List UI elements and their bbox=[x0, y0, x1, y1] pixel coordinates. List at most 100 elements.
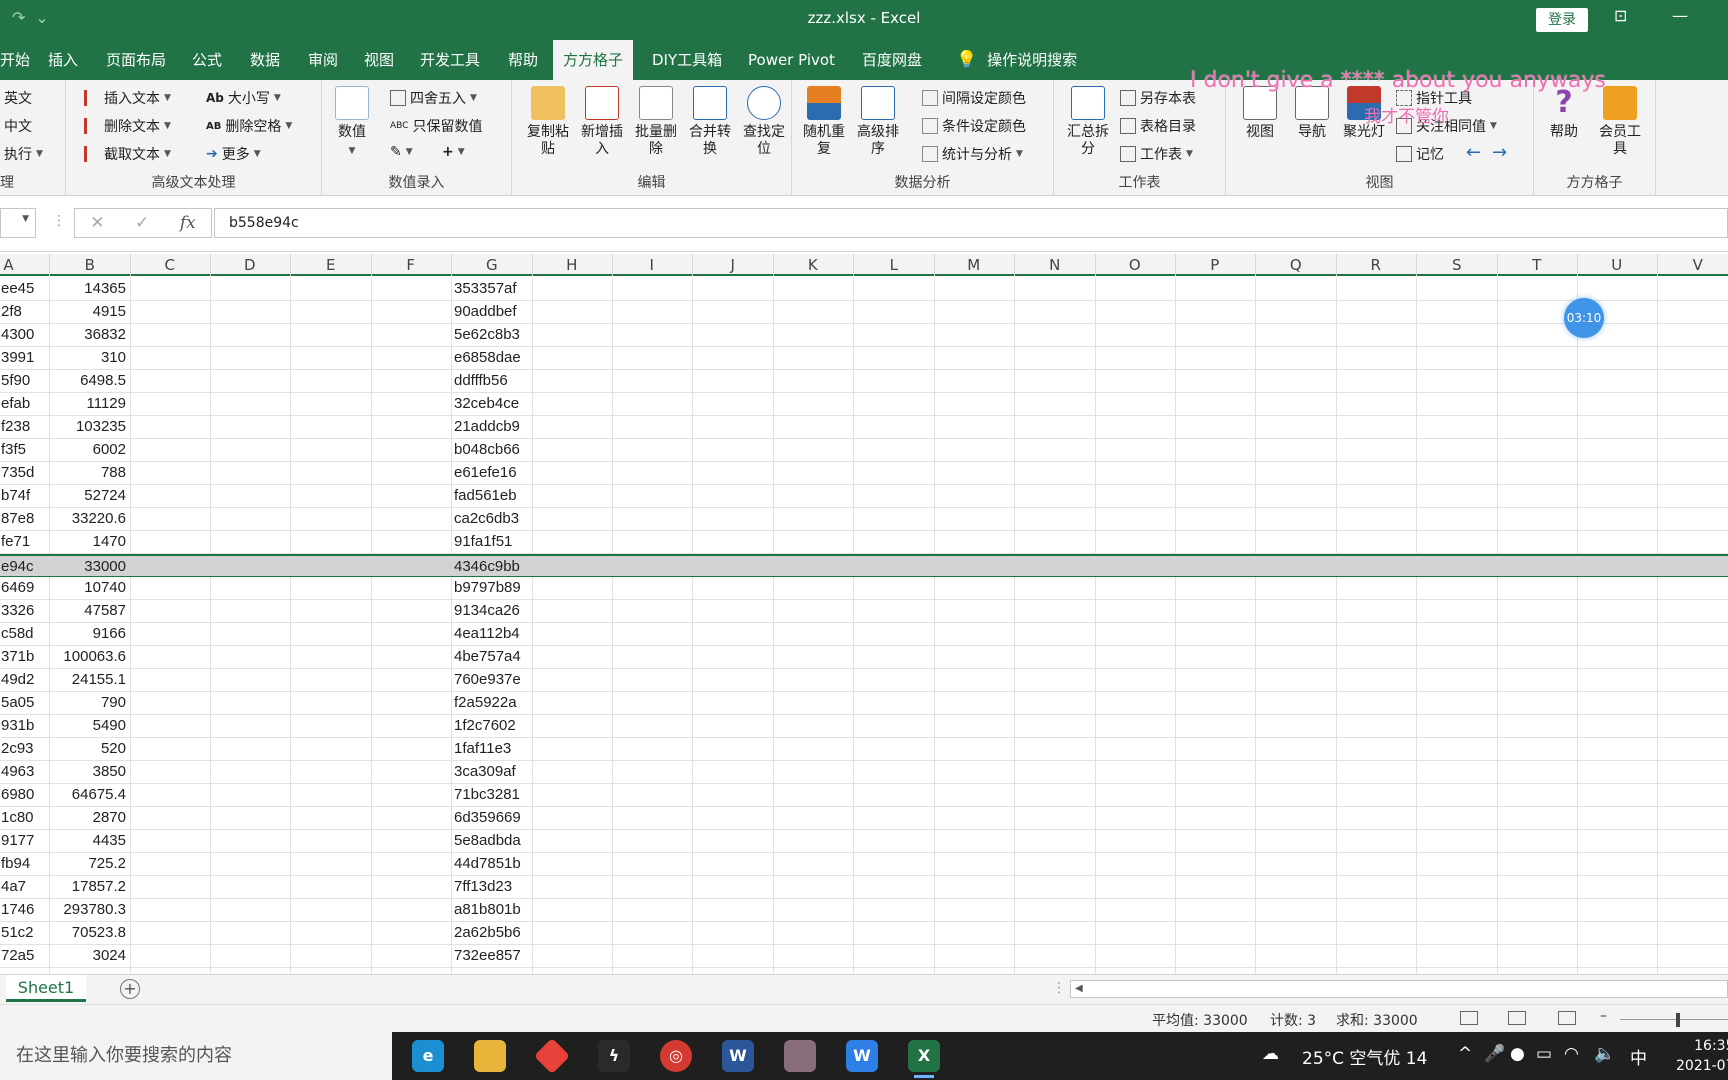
cell-b[interactable]: 33220.6 bbox=[50, 508, 128, 530]
cell-g[interactable]: 32ceb4ce bbox=[452, 393, 530, 415]
column-header-g[interactable]: G bbox=[452, 254, 533, 276]
numeric-button[interactable]: 数值 ▼ bbox=[326, 86, 378, 160]
remove-spaces-button[interactable]: AB 删除空格 ▼ bbox=[206, 116, 292, 136]
cell-g[interactable]: b9797b89 bbox=[452, 577, 530, 599]
app-avatar-icon[interactable] bbox=[784, 1040, 816, 1072]
enter-icon[interactable]: ✓ bbox=[135, 213, 149, 233]
cell-a[interactable]: 3326 bbox=[0, 600, 48, 622]
table-row[interactable]: 6469 10740 b9797b89 bbox=[0, 577, 1728, 600]
view-button[interactable]: 视图 bbox=[1234, 86, 1286, 141]
cell-g[interactable]: 5e8adbda bbox=[452, 830, 530, 852]
cell-a[interactable]: fe71 bbox=[0, 531, 48, 553]
normal-view-icon[interactable] bbox=[1460, 1011, 1478, 1025]
cell-a[interactable]: 6980 bbox=[0, 784, 48, 806]
conditional-color-button[interactable]: 条件设定颜色 bbox=[922, 116, 1026, 136]
cell-b[interactable]: 293780.3 bbox=[50, 899, 128, 921]
tab-insert[interactable]: 插入 bbox=[38, 40, 88, 80]
wifi-icon[interactable]: ◠ bbox=[1564, 1044, 1579, 1064]
merge-convert-button[interactable]: 合并转换 bbox=[684, 86, 736, 158]
zoom-out-icon[interactable]: – bbox=[1600, 1008, 1607, 1024]
sheet-tab-sheet1[interactable]: Sheet1 bbox=[6, 975, 86, 1002]
cell-g[interactable]: ddfffb56 bbox=[452, 370, 530, 392]
column-header-t[interactable]: T bbox=[1497, 254, 1578, 276]
column-header-a[interactable]: A bbox=[0, 254, 50, 276]
cell-a[interactable]: 931b bbox=[0, 715, 48, 737]
cell-g[interactable]: fad561eb bbox=[452, 485, 530, 507]
cell-a[interactable]: 1746 bbox=[0, 899, 48, 921]
column-header-l[interactable]: L bbox=[854, 254, 935, 276]
column-header-r[interactable]: R bbox=[1336, 254, 1417, 276]
weather-icon[interactable]: ☁ bbox=[1262, 1044, 1279, 1064]
cell-g[interactable]: e61efe16 bbox=[452, 462, 530, 484]
formula-input[interactable]: b558e94c bbox=[214, 208, 1728, 238]
table-row[interactable]: 735d 788 e61efe16 bbox=[0, 462, 1728, 485]
case-button[interactable]: Ab 大小写 ▼ bbox=[206, 88, 281, 108]
cell-b[interactable]: 24155.1 bbox=[50, 669, 128, 691]
tab-help[interactable]: 帮助 bbox=[498, 40, 548, 80]
netease-music-icon[interactable]: ◎ bbox=[660, 1040, 692, 1072]
chinese-button[interactable]: 中文 bbox=[4, 116, 32, 136]
table-row[interactable]: 87e8 33220.6 ca2c6db3 bbox=[0, 508, 1728, 531]
edge-icon[interactable]: e bbox=[412, 1040, 444, 1072]
cell-a[interactable]: efab bbox=[0, 393, 48, 415]
column-header-q[interactable]: Q bbox=[1256, 254, 1337, 276]
column-header-m[interactable]: M bbox=[934, 254, 1015, 276]
column-header-v[interactable]: V bbox=[1658, 254, 1728, 276]
name-box[interactable]: ▼ bbox=[0, 208, 36, 238]
volume-icon[interactable]: 🔈 bbox=[1594, 1044, 1615, 1064]
table-row[interactable]: b74f 52724 fad561eb bbox=[0, 485, 1728, 508]
find-locate-button[interactable]: 查找定位 bbox=[738, 86, 790, 158]
cell-b[interactable]: 36832 bbox=[50, 324, 128, 346]
cell-a[interactable]: b74f bbox=[0, 485, 48, 507]
table-row[interactable]: 4300 36832 5e62c8b3 bbox=[0, 324, 1728, 347]
table-row[interactable]: 371b 100063.6 4be757a4 bbox=[0, 646, 1728, 669]
file-explorer-icon[interactable] bbox=[474, 1040, 506, 1072]
tab-view[interactable]: 视图 bbox=[354, 40, 404, 80]
table-row[interactable]: 1746 293780.3 a81b801b bbox=[0, 899, 1728, 922]
table-row[interactable]: 2f8 4915 90addbef bbox=[0, 301, 1728, 324]
cell-b[interactable]: 790 bbox=[50, 692, 128, 714]
table-row[interactable]: 6980 64675.4 71bc3281 bbox=[0, 784, 1728, 807]
column-header-f[interactable]: F bbox=[371, 254, 452, 276]
cell-g[interactable]: 3ca309af bbox=[452, 761, 530, 783]
back-button[interactable]: ← bbox=[1466, 142, 1481, 163]
cell-g[interactable]: 6d359669 bbox=[452, 807, 530, 829]
cell-b[interactable]: 520 bbox=[50, 738, 128, 760]
cell-b[interactable]: 103235 bbox=[50, 416, 128, 438]
tell-me-search[interactable]: 💡 操作说明搜索 bbox=[946, 40, 1087, 80]
tab-baidu-netdisk[interactable]: 百度网盘 bbox=[852, 40, 932, 80]
tray-expand-icon[interactable]: ^ bbox=[1458, 1044, 1472, 1064]
chevron-down-icon[interactable]: ▼ bbox=[22, 214, 29, 224]
cell-b[interactable]: 5490 bbox=[50, 715, 128, 737]
cell-g[interactable]: 353357af bbox=[452, 278, 530, 300]
insert-text-button[interactable]: 插入文本 ▼ bbox=[84, 88, 171, 108]
cell-g[interactable]: 91fa1f51 bbox=[452, 531, 530, 553]
table-row[interactable]: c58d 9166 4ea112b4 bbox=[0, 623, 1728, 646]
tab-ffgz[interactable]: 方方格子 bbox=[553, 40, 634, 80]
cell-g[interactable]: a81b801b bbox=[452, 899, 530, 921]
cell-a[interactable]: fb94 bbox=[0, 853, 48, 875]
minimize-icon[interactable]: — bbox=[1672, 6, 1688, 25]
table-row[interactable]: fe71 1470 91fa1f51 bbox=[0, 531, 1728, 554]
column-header-u[interactable]: U bbox=[1577, 254, 1658, 276]
cell-a[interactable]: 371b bbox=[0, 646, 48, 668]
cell-g[interactable]: 1faf11e3 bbox=[452, 738, 530, 760]
cell-a[interactable]: 4300 bbox=[0, 324, 48, 346]
column-header-d[interactable]: D bbox=[210, 254, 291, 276]
cell-b[interactable]: 310 bbox=[50, 347, 128, 369]
more-button[interactable]: ➔ 更多 ▼ bbox=[206, 144, 261, 164]
plus-dropdown-button[interactable]: + ▼ bbox=[442, 144, 465, 160]
cell-b[interactable]: 4915 bbox=[50, 301, 128, 323]
tab-formulas[interactable]: 公式 bbox=[182, 40, 232, 80]
cell-b[interactable]: 6002 bbox=[50, 439, 128, 461]
cell-a[interactable]: c58d bbox=[0, 623, 48, 645]
tab-page-layout[interactable]: 页面布局 bbox=[96, 40, 176, 80]
tab-data[interactable]: 数据 bbox=[240, 40, 290, 80]
column-header-o[interactable]: O bbox=[1095, 254, 1176, 276]
tab-home[interactable]: 开始 bbox=[0, 40, 40, 80]
memory-button[interactable]: 记忆 bbox=[1396, 144, 1444, 164]
column-header-k[interactable]: K bbox=[773, 254, 854, 276]
tab-power-pivot[interactable]: Power Pivot bbox=[738, 40, 845, 80]
table-row[interactable]: 931b 5490 1f2c7602 bbox=[0, 715, 1728, 738]
ime-indicator[interactable]: 中 bbox=[1630, 1044, 1647, 1069]
